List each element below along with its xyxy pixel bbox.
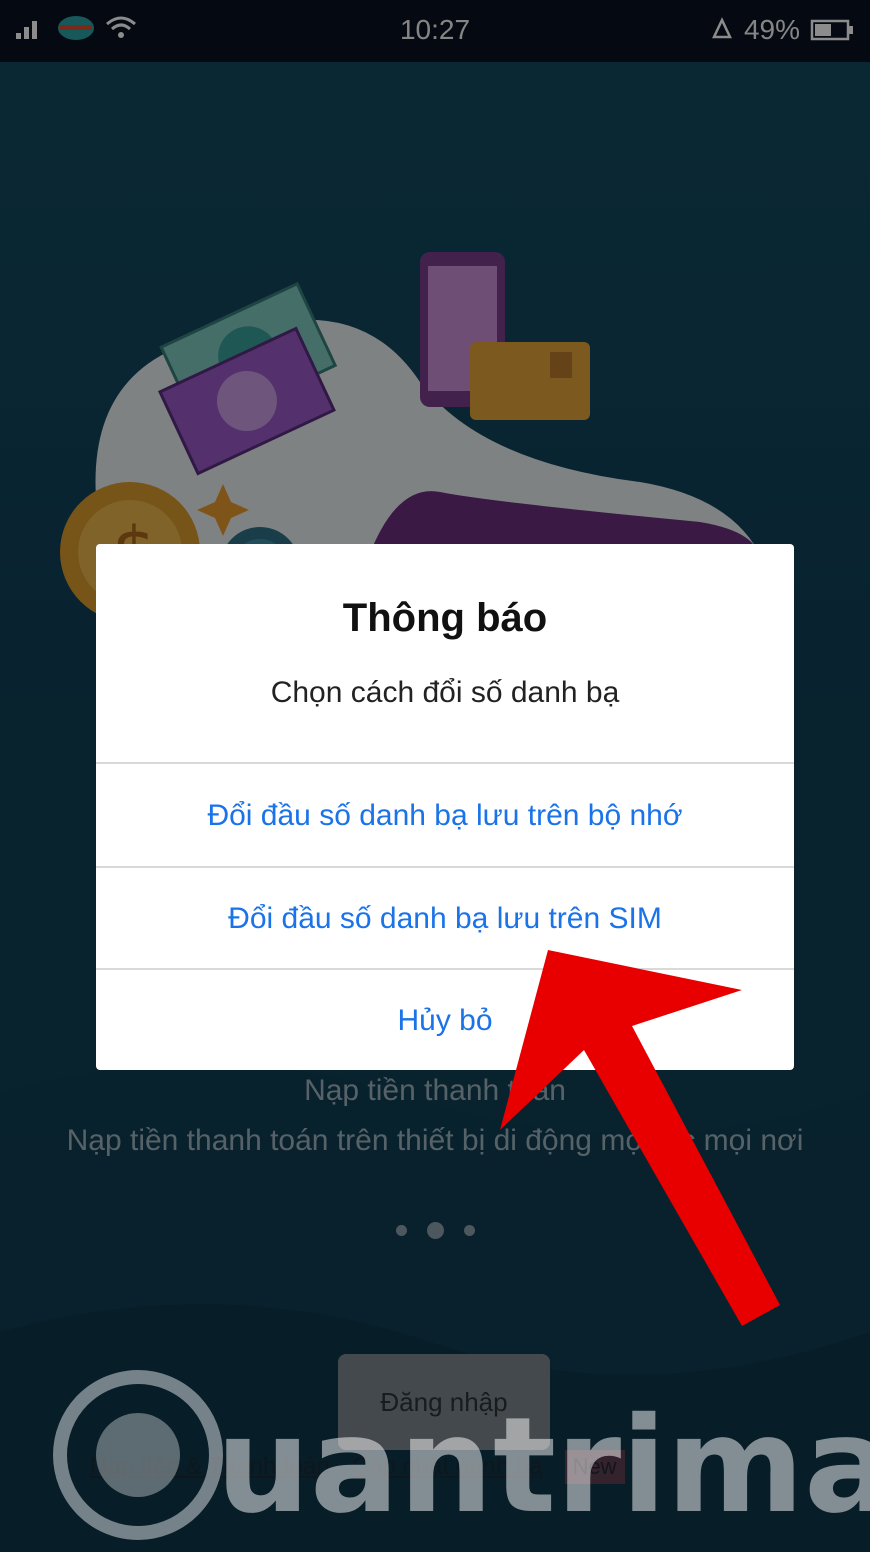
dialog-title: Thông báo — [342, 596, 548, 640]
watermark-logo: uantrimang — [53, 1370, 870, 1543]
change-sim-contacts-button[interactable]: Đổi đầu số danh bạ lưu trên SIM — [96, 866, 794, 970]
change-memory-contacts-button[interactable]: Đổi đầu số danh bạ lưu trên bộ nhớ — [96, 762, 794, 868]
svg-text:uantrimang: uantrimang — [216, 1389, 870, 1543]
cancel-button[interactable]: Hủy bỏ — [96, 968, 794, 1070]
notification-dialog: Thông báo Chọn cách đổi số danh bạ Đổi đ… — [96, 544, 794, 1070]
dialog-message: Chọn cách đổi số danh bạ — [270, 676, 620, 709]
